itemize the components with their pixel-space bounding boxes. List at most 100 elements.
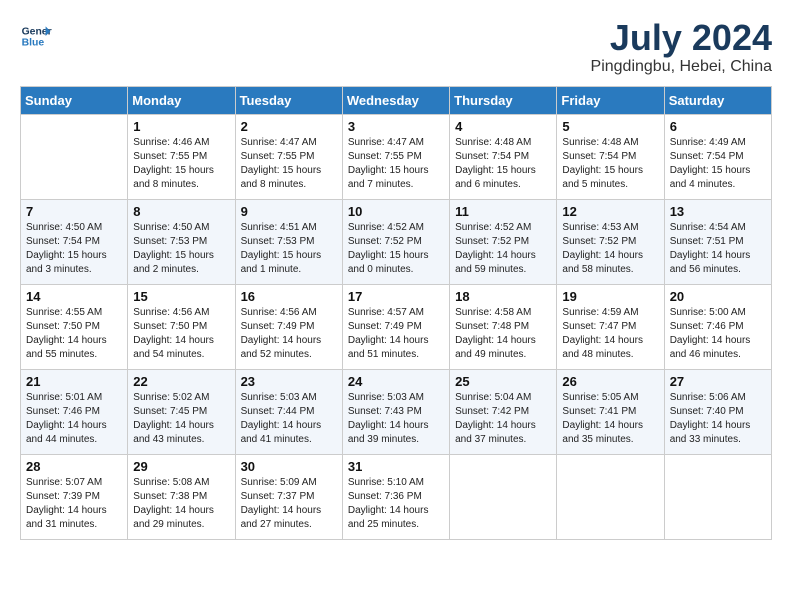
day-info: Sunrise: 4:47 AMSunset: 7:55 PMDaylight:… — [241, 136, 337, 192]
calendar-cell: 30 Sunrise: 5:09 AMSunset: 7:37 PMDayligh… — [235, 455, 342, 540]
day-info: Sunrise: 4:55 AMSunset: 7:50 PMDaylight:… — [26, 306, 122, 362]
day-number: 29 — [133, 459, 229, 474]
day-info: Sunrise: 4:49 AMSunset: 7:54 PMDaylight:… — [670, 136, 766, 192]
calendar-cell: 9 Sunrise: 4:51 AMSunset: 7:53 PMDaylight… — [235, 200, 342, 285]
day-number: 14 — [26, 289, 122, 304]
weekday-header: Friday — [557, 87, 664, 115]
weekday-header: Wednesday — [342, 87, 449, 115]
svg-text:Blue: Blue — [22, 38, 45, 49]
calendar-cell: 5 Sunrise: 4:48 AMSunset: 7:54 PMDaylight… — [557, 115, 664, 200]
day-number: 30 — [241, 459, 337, 474]
month-title: July 2024 — [591, 20, 772, 56]
day-number: 5 — [562, 119, 658, 134]
day-number: 24 — [348, 374, 444, 389]
calendar-cell: 27 Sunrise: 5:06 AMSunset: 7:40 PMDayligh… — [664, 370, 771, 455]
calendar-week-row: 21Sunrise: 5:01 AMSunset: 7:46 PMDayligh… — [21, 370, 772, 455]
day-info: Sunrise: 4:50 AMSunset: 7:53 PMDaylight:… — [133, 221, 229, 277]
calendar-cell: 23 Sunrise: 5:03 AMSunset: 7:44 PMDayligh… — [235, 370, 342, 455]
day-number: 19 — [562, 289, 658, 304]
day-number: 11 — [455, 204, 551, 219]
day-info: Sunrise: 5:03 AMSunset: 7:44 PMDaylight:… — [241, 391, 337, 447]
calendar-cell: 25 Sunrise: 5:04 AMSunset: 7:42 PMDayligh… — [450, 370, 557, 455]
calendar-cell — [450, 455, 557, 540]
day-info: Sunrise: 5:09 AMSunset: 7:37 PMDaylight:… — [241, 476, 337, 532]
day-info: Sunrise: 4:52 AMSunset: 7:52 PMDaylight:… — [348, 221, 444, 277]
calendar-week-row: 7 Sunrise: 4:50 AMSunset: 7:54 PMDaylight… — [21, 200, 772, 285]
weekday-header: Saturday — [664, 87, 771, 115]
calendar-cell: 31Sunrise: 5:10 AMSunset: 7:36 PMDayligh… — [342, 455, 449, 540]
day-info: Sunrise: 4:59 AMSunset: 7:47 PMDaylight:… — [562, 306, 658, 362]
day-number: 28 — [26, 459, 122, 474]
calendar-cell: 8 Sunrise: 4:50 AMSunset: 7:53 PMDaylight… — [128, 200, 235, 285]
day-info: Sunrise: 4:53 AMSunset: 7:52 PMDaylight:… — [562, 221, 658, 277]
calendar-cell: 17Sunrise: 4:57 AMSunset: 7:49 PMDayligh… — [342, 285, 449, 370]
calendar-week-row: 28 Sunrise: 5:07 AMSunset: 7:39 PMDayligh… — [21, 455, 772, 540]
day-number: 7 — [26, 204, 122, 219]
day-info: Sunrise: 4:51 AMSunset: 7:53 PMDaylight:… — [241, 221, 337, 277]
calendar-cell: 7 Sunrise: 4:50 AMSunset: 7:54 PMDaylight… — [21, 200, 128, 285]
weekday-header: Sunday — [21, 87, 128, 115]
day-number: 27 — [670, 374, 766, 389]
title-area: July 2024 Pingdingbu, Hebei, China — [591, 20, 772, 76]
calendar-week-row: 1 Sunrise: 4:46 AMSunset: 7:55 PMDaylight… — [21, 115, 772, 200]
day-info: Sunrise: 4:52 AMSunset: 7:52 PMDaylight:… — [455, 221, 551, 277]
calendar-cell: 1 Sunrise: 4:46 AMSunset: 7:55 PMDaylight… — [128, 115, 235, 200]
day-number: 31 — [348, 459, 444, 474]
day-info: Sunrise: 4:57 AMSunset: 7:49 PMDaylight:… — [348, 306, 444, 362]
day-info: Sunrise: 4:48 AMSunset: 7:54 PMDaylight:… — [562, 136, 658, 192]
calendar-cell: 4Sunrise: 4:48 AMSunset: 7:54 PMDaylight… — [450, 115, 557, 200]
calendar-cell: 10 Sunrise: 4:52 AMSunset: 7:52 PMDayligh… — [342, 200, 449, 285]
day-number: 4 — [455, 119, 551, 134]
weekday-header: Monday — [128, 87, 235, 115]
day-info: Sunrise: 4:54 AMSunset: 7:51 PMDaylight:… — [670, 221, 766, 277]
day-info: Sunrise: 5:06 AMSunset: 7:40 PMDaylight:… — [670, 391, 766, 447]
day-number: 21 — [26, 374, 122, 389]
calendar-cell: 3Sunrise: 4:47 AMSunset: 7:55 PMDaylight… — [342, 115, 449, 200]
day-info: Sunrise: 4:56 AMSunset: 7:50 PMDaylight:… — [133, 306, 229, 362]
day-info: Sunrise: 5:07 AMSunset: 7:39 PMDaylight:… — [26, 476, 122, 532]
calendar-cell: 20Sunrise: 5:00 AMSunset: 7:46 PMDayligh… — [664, 285, 771, 370]
calendar-cell: 22 Sunrise: 5:02 AMSunset: 7:45 PMDayligh… — [128, 370, 235, 455]
location-title: Pingdingbu, Hebei, China — [591, 58, 772, 76]
day-number: 26 — [562, 374, 658, 389]
day-number: 6 — [670, 119, 766, 134]
day-info: Sunrise: 5:04 AMSunset: 7:42 PMDaylight:… — [455, 391, 551, 447]
day-info: Sunrise: 4:46 AMSunset: 7:55 PMDaylight:… — [133, 136, 229, 192]
day-number: 12 — [562, 204, 658, 219]
calendar-cell — [557, 455, 664, 540]
calendar-cell: 16 Sunrise: 4:56 AMSunset: 7:49 PMDayligh… — [235, 285, 342, 370]
day-info: Sunrise: 4:50 AMSunset: 7:54 PMDaylight:… — [26, 221, 122, 277]
calendar-cell: 21Sunrise: 5:01 AMSunset: 7:46 PMDayligh… — [21, 370, 128, 455]
day-number: 16 — [241, 289, 337, 304]
day-number: 18 — [455, 289, 551, 304]
day-info: Sunrise: 5:02 AMSunset: 7:45 PMDaylight:… — [133, 391, 229, 447]
day-info: Sunrise: 5:08 AMSunset: 7:38 PMDaylight:… — [133, 476, 229, 532]
calendar-cell: 12 Sunrise: 4:53 AMSunset: 7:52 PMDayligh… — [557, 200, 664, 285]
calendar-cell: 11 Sunrise: 4:52 AMSunset: 7:52 PMDayligh… — [450, 200, 557, 285]
weekday-header: Thursday — [450, 87, 557, 115]
calendar-cell: 13 Sunrise: 4:54 AMSunset: 7:51 PMDayligh… — [664, 200, 771, 285]
weekday-header-row: SundayMondayTuesdayWednesdayThursdayFrid… — [21, 87, 772, 115]
day-info: Sunrise: 4:56 AMSunset: 7:49 PMDaylight:… — [241, 306, 337, 362]
day-info: Sunrise: 5:05 AMSunset: 7:41 PMDaylight:… — [562, 391, 658, 447]
day-number: 13 — [670, 204, 766, 219]
day-number: 23 — [241, 374, 337, 389]
calendar-cell: 29 Sunrise: 5:08 AMSunset: 7:38 PMDayligh… — [128, 455, 235, 540]
calendar-cell: 24Sunrise: 5:03 AMSunset: 7:43 PMDayligh… — [342, 370, 449, 455]
calendar-cell: 15 Sunrise: 4:56 AMSunset: 7:50 PMDayligh… — [128, 285, 235, 370]
day-info: Sunrise: 4:47 AMSunset: 7:55 PMDaylight:… — [348, 136, 444, 192]
calendar-cell — [21, 115, 128, 200]
day-number: 1 — [133, 119, 229, 134]
day-info: Sunrise: 5:00 AMSunset: 7:46 PMDaylight:… — [670, 306, 766, 362]
calendar-cell — [664, 455, 771, 540]
day-number: 10 — [348, 204, 444, 219]
day-number: 25 — [455, 374, 551, 389]
logo-icon: General Blue — [20, 20, 52, 52]
calendar-week-row: 14 Sunrise: 4:55 AMSunset: 7:50 PMDayligh… — [21, 285, 772, 370]
day-number: 8 — [133, 204, 229, 219]
day-number: 9 — [241, 204, 337, 219]
day-number: 15 — [133, 289, 229, 304]
calendar-cell: 6 Sunrise: 4:49 AMSunset: 7:54 PMDaylight… — [664, 115, 771, 200]
day-number: 22 — [133, 374, 229, 389]
page-header: General Blue July 2024 Pingdingbu, Hebei… — [20, 20, 772, 76]
